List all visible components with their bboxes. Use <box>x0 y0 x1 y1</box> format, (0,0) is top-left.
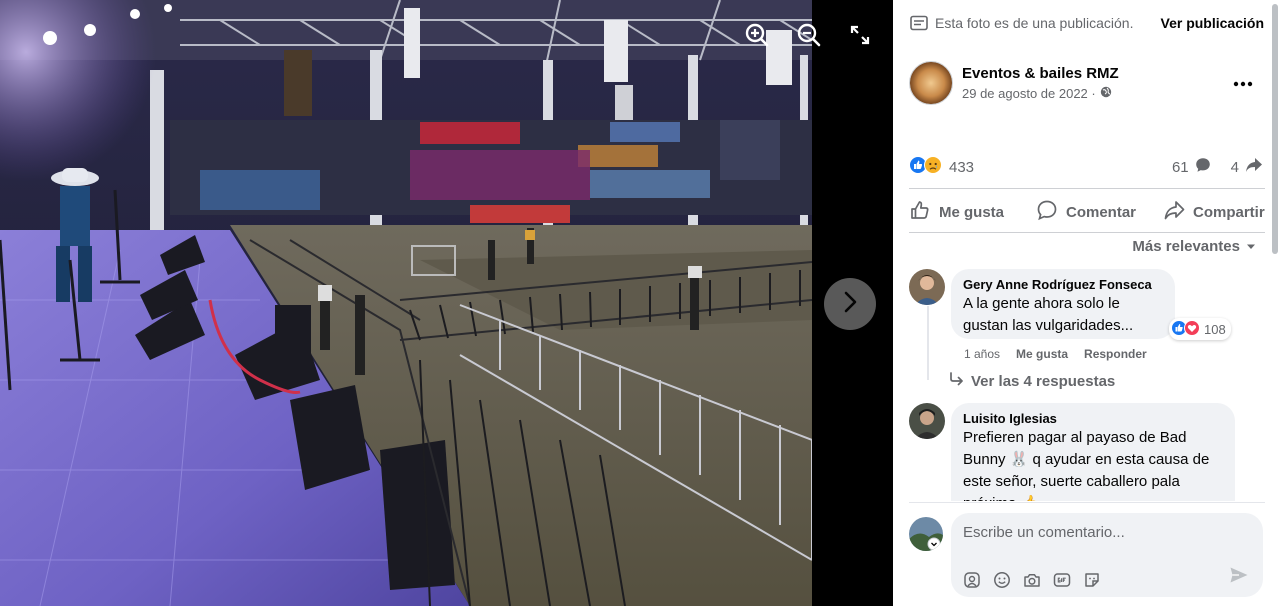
zoom-out-button[interactable] <box>791 19 827 55</box>
share-arrow-icon <box>1245 157 1263 177</box>
photo-viewer <box>0 0 893 606</box>
comment-like-button[interactable]: Me gusta <box>1016 347 1068 361</box>
comment-icon <box>1036 199 1058 225</box>
comment-box <box>951 513 1263 597</box>
more-options-button[interactable] <box>1229 69 1257 97</box>
commenter-name[interactable]: Luisito Iglesias <box>963 411 1223 426</box>
send-icon[interactable] <box>1229 566 1249 589</box>
comment-reply-button[interactable]: Responder <box>1084 347 1147 361</box>
divider <box>909 502 1265 503</box>
commenter-name[interactable]: Gery Anne Rodríguez Fonseca <box>963 277 1163 292</box>
emoji-icon[interactable] <box>993 571 1011 589</box>
next-photo-button[interactable] <box>824 278 876 330</box>
post-date-text: 29 de agosto de 2022 · <box>962 86 1096 101</box>
comment-count[interactable]: 61 <box>1172 159 1189 176</box>
fullscreen-icon <box>849 24 871 51</box>
post-actions: Me gusta Comentar Compartir <box>909 195 1280 229</box>
comment-composer <box>909 513 1265 598</box>
post-card-icon <box>909 13 929 33</box>
reply-arrow-icon <box>949 372 965 390</box>
photo-notice-text: Esta foto es de una publicación. <box>935 15 1134 31</box>
sort-label: Más relevantes <box>1132 238 1240 255</box>
like-label: Me gusta <box>939 203 1005 221</box>
view-replies-link[interactable]: Ver las 4 respuestas <box>949 372 1115 390</box>
caret-down-icon <box>1246 238 1256 255</box>
zoom-out-icon <box>796 22 822 53</box>
comment-item: Luisito Iglesias Prefieren pagar al paya… <box>909 403 1265 501</box>
comment-text-line: Prefieren pagar al payaso de Bad <box>963 429 1187 446</box>
post-author: Eventos & bailes RMZ 29 de agosto de 202… <box>909 61 1265 107</box>
comment-input[interactable] <box>963 524 1243 541</box>
divider <box>909 188 1265 189</box>
share-button[interactable]: Compartir <box>1163 195 1265 229</box>
commenter-avatar[interactable] <box>909 403 945 439</box>
avatar-sticker-icon[interactable] <box>963 571 981 589</box>
post-photo[interactable] <box>0 0 812 606</box>
comment-text-line: próxima 👍 <box>963 493 1223 501</box>
photo-notice: Esta foto es de una publicación. Ver pub… <box>909 13 1280 33</box>
comment-label: Comentar <box>1066 203 1137 221</box>
comment-sort-dropdown[interactable]: Más relevantes <box>1132 238 1256 255</box>
comment-text-line: A la gente ahora solo le <box>963 295 1120 312</box>
divider <box>909 232 1265 233</box>
fullscreen-button[interactable] <box>842 19 878 55</box>
comment-bubble: Gery Anne Rodríguez Fonseca A la gente a… <box>951 269 1175 339</box>
comment-meta: 1 años Me gusta Responder <box>964 347 1147 361</box>
comment-bubble-icon <box>1195 157 1211 177</box>
reaction-count[interactable]: 433 <box>949 159 974 176</box>
engagement-counts: 61 4 <box>1172 157 1263 177</box>
like-button[interactable]: Me gusta <box>909 195 1004 229</box>
zoom-in-icon <box>744 22 770 53</box>
comment-text-line: este señor, suerte caballero pala <box>963 473 1180 490</box>
thumbs-up-icon <box>909 199 931 225</box>
comment-item: Gery Anne Rodríguez Fonseca A la gente a… <box>909 269 1265 379</box>
reaction-icons[interactable] <box>909 155 942 179</box>
more-icon <box>1233 74 1253 92</box>
comment-button[interactable]: Comentar <box>1036 195 1136 229</box>
share-icon <box>1163 199 1185 225</box>
comment-reaction-count: 108 <box>1204 321 1226 337</box>
commenter-avatar[interactable] <box>909 269 945 305</box>
view-post-link[interactable]: Ver publicación <box>1161 15 1264 31</box>
comment-bubble: Luisito Iglesias Prefieren pagar al paya… <box>951 403 1235 501</box>
camera-icon[interactable] <box>1023 571 1041 589</box>
chevron-right-icon <box>840 290 860 319</box>
comment-time[interactable]: 1 años <box>964 347 1000 361</box>
share-label: Compartir <box>1193 203 1265 221</box>
sticker-icon[interactable] <box>1083 571 1101 589</box>
page-avatar[interactable] <box>909 61 953 105</box>
panel-scrollbar[interactable] <box>1270 0 1280 606</box>
share-count[interactable]: 4 <box>1231 159 1239 176</box>
post-date[interactable]: 29 de agosto de 2022 · <box>962 86 1112 101</box>
comment-reactions[interactable]: 108 <box>1169 318 1231 340</box>
current-user-avatar[interactable] <box>909 517 943 551</box>
page-name[interactable]: Eventos & bailes RMZ <box>962 65 1119 82</box>
love-reaction-icon <box>1184 319 1200 339</box>
view-replies-label: Ver las 4 respuestas <box>971 372 1116 390</box>
scroll-thumb[interactable] <box>1272 4 1278 254</box>
comment-text-line: Bunny 🐰 q ayudar en esta causa de <box>963 451 1210 468</box>
globe-icon <box>1100 86 1112 101</box>
composer-tools <box>963 571 1101 589</box>
post-side-panel: Esta foto es de una publicación. Ver pub… <box>893 0 1280 606</box>
reactions-summary: 433 61 4 <box>909 155 1265 179</box>
sad-reaction-icon <box>924 155 942 179</box>
zoom-in-button[interactable] <box>739 19 775 55</box>
gif-icon[interactable] <box>1053 571 1071 589</box>
comment-text-line: gustan las vulgaridades... <box>963 317 1134 334</box>
